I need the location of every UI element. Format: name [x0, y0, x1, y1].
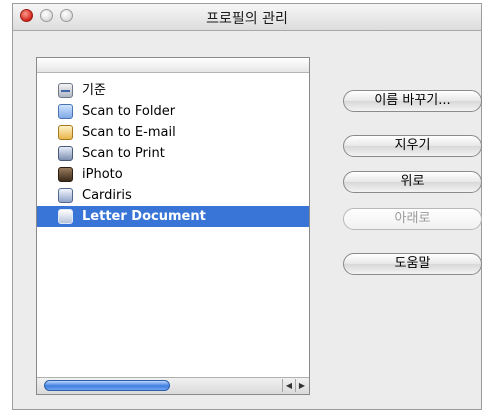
list-item[interactable]: Scan to Folder — [37, 101, 309, 122]
rename-button[interactable]: 이름 바꾸기... — [343, 90, 482, 112]
horizontal-scrollbar[interactable]: ◀ ▶ — [37, 377, 309, 394]
iphoto-icon — [58, 167, 73, 182]
list-item[interactable]: 기준 — [37, 80, 309, 101]
scanner-icon — [58, 83, 73, 98]
list-item-label: 기준 — [82, 83, 106, 98]
list-item[interactable]: Scan to E-mail — [37, 122, 309, 143]
list-item-label: Letter Document — [82, 209, 206, 224]
list-item-label: Scan to E-mail — [82, 125, 176, 140]
list-item-label: Cardiris — [82, 188, 132, 203]
list-item[interactable]: iPhoto — [37, 164, 309, 185]
profile-list[interactable]: 기준 Scan to Folder Scan to E-mail Scan to… — [37, 80, 309, 227]
delete-button[interactable]: 지우기 — [343, 135, 482, 157]
profile-manager-window: 프로필의 관리 기준 Scan to Folder Scan to E-mail… — [12, 3, 482, 410]
list-item-label: Scan to Folder — [82, 104, 176, 119]
move-up-button[interactable]: 위로 — [343, 171, 482, 193]
profile-list-panel[interactable]: 기준 Scan to Folder Scan to E-mail Scan to… — [36, 57, 310, 395]
scrollbar-thumb[interactable] — [44, 380, 170, 391]
list-header — [37, 58, 309, 73]
list-item[interactable]: Cardiris — [37, 185, 309, 206]
window-title: 프로필의 관리 — [206, 11, 288, 27]
scanner-icon — [58, 209, 73, 224]
move-down-button[interactable]: 아래로 — [343, 208, 482, 230]
list-item-selected[interactable]: Letter Document — [37, 206, 309, 227]
scroll-left-arrow-icon[interactable]: ◀ — [282, 379, 295, 392]
cardiris-icon — [58, 188, 73, 203]
folder-icon — [58, 104, 73, 119]
help-button[interactable]: 도움말 — [343, 253, 482, 275]
list-item-label: Scan to Print — [82, 146, 165, 161]
list-item[interactable]: Scan to Print — [37, 143, 309, 164]
scroll-right-arrow-icon[interactable]: ▶ — [295, 379, 308, 392]
list-item-label: iPhoto — [82, 167, 123, 182]
title-bar[interactable]: 프로필의 관리 — [13, 4, 481, 31]
mail-icon — [58, 125, 73, 140]
printer-icon — [58, 146, 73, 161]
